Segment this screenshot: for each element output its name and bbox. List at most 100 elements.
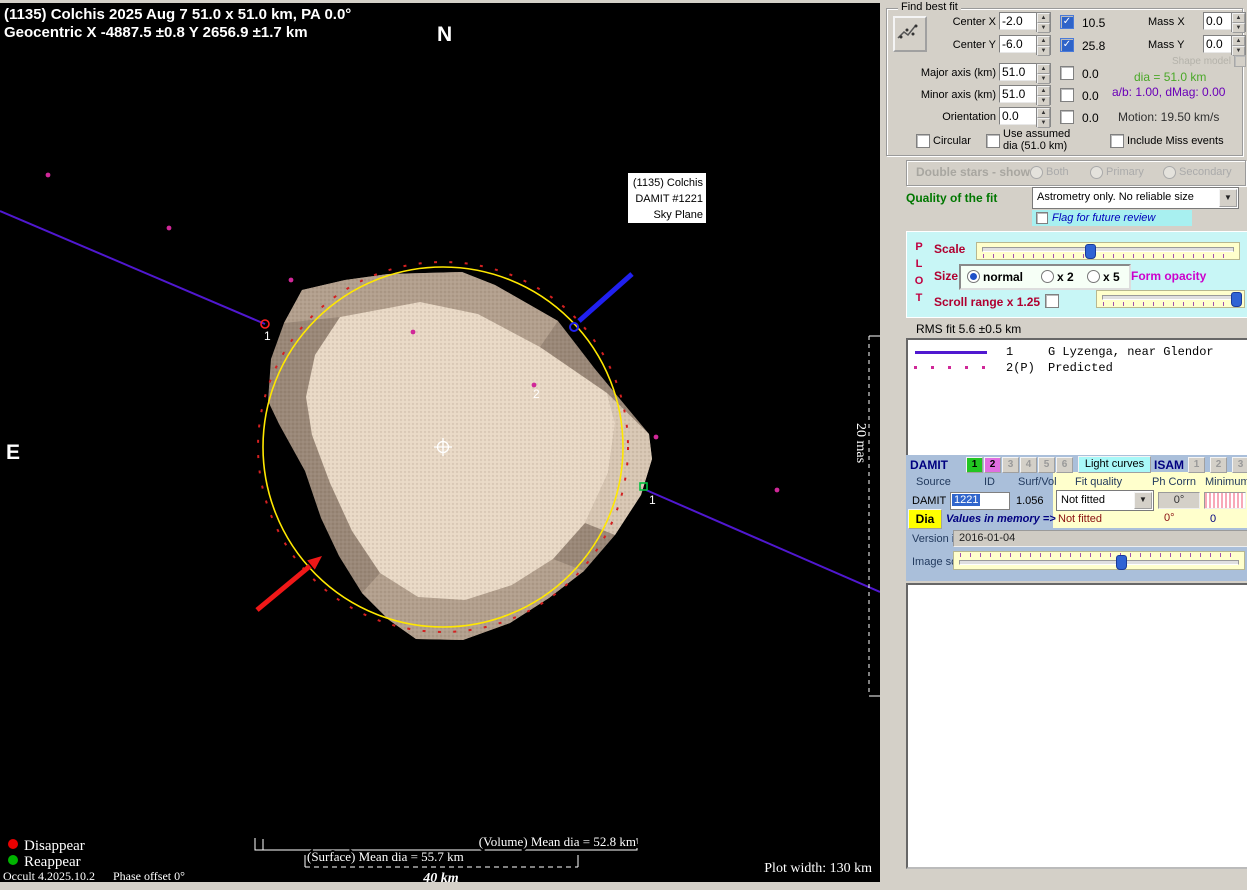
scroll-range-checkbox[interactable] [1045, 294, 1059, 308]
chord1-ingress-line[interactable] [0, 211, 265, 324]
scale-slider-thumb[interactable] [1085, 244, 1096, 259]
form-opacity-slider-thumb[interactable] [1231, 292, 1242, 307]
down-arrow-icon[interactable]: ▼ [1037, 96, 1050, 106]
include-miss-checkbox[interactable] [1110, 134, 1124, 148]
up-arrow-icon[interactable]: ▲ [1037, 64, 1050, 74]
object-info-box[interactable]: (1135) Colchis DAMIT #1221 Sky Plane [628, 173, 706, 223]
form-opacity-slider[interactable] [1096, 290, 1245, 308]
center-y-input[interactable]: -6.0 [999, 35, 1038, 53]
mass-x-stepper[interactable]: ▲▼ [1231, 12, 1246, 32]
up-arrow-icon[interactable]: ▲ [1037, 86, 1050, 96]
ph-corrn-memory-value: 0° [1164, 512, 1175, 524]
motion-arrow-blue [570, 274, 632, 331]
rms-fit-readout: RMS fit 5.6 ±0.5 km [916, 322, 1021, 336]
major-axis-input[interactable]: 51.0 [999, 63, 1038, 81]
mas-scale-label: 20 mas [853, 423, 868, 463]
isam-model-2-button[interactable]: 2 [1210, 457, 1227, 473]
asteroid-stipple-texture [268, 272, 652, 640]
shape-model-label: Shape model [1172, 56, 1231, 67]
image-scale-thumb[interactable] [1116, 555, 1127, 570]
ph-corrn-cell[interactable]: 0° [1158, 492, 1200, 509]
results-list-box[interactable] [906, 583, 1247, 869]
id-cell[interactable]: 1221 [950, 492, 1010, 510]
minor-axis-fit-checkbox[interactable] [1060, 88, 1074, 102]
mass-y-label: Mass Y [1148, 39, 1184, 51]
down-arrow-icon[interactable]: ▼ [1037, 74, 1050, 84]
dropdown-arrow-icon[interactable]: ▼ [1134, 492, 1152, 509]
isam-model-1-button[interactable]: 1 [1188, 457, 1205, 473]
sky-plane-svg: 1 1 2 (1135) Colchis 2025 Aug 7 51.0 x 5… [0, 3, 880, 882]
fit-quality-value: Not fitted [1061, 494, 1105, 506]
use-assumed-dia-checkbox[interactable] [986, 134, 1000, 148]
damit-model-6-button[interactable]: 6 [1056, 457, 1073, 473]
plot-controls-panel: PLOT Scale Size normal x 2 x 5 Form opac… [906, 231, 1247, 318]
size-x2-radio[interactable] [1041, 270, 1054, 283]
circular-checkbox[interactable] [916, 134, 930, 148]
size-x5-label: x 5 [1103, 270, 1120, 284]
center-x-input[interactable]: -2.0 [999, 12, 1038, 30]
reappear-legend-dot [8, 855, 18, 865]
flag-review-label: Flag for future review [1052, 212, 1155, 224]
light-curves-button[interactable]: Light curves [1078, 456, 1151, 473]
major-axis-stepper[interactable]: ▲▼ [1036, 63, 1051, 83]
minor-axis-label: Minor axis (km) [905, 89, 996, 101]
center-x-stepper[interactable]: ▲▼ [1036, 12, 1051, 32]
down-arrow-icon[interactable]: ▼ [1037, 23, 1050, 33]
minimum-cell[interactable] [1204, 492, 1246, 509]
image-scale-rail [959, 560, 1239, 565]
down-arrow-icon[interactable]: ▼ [1037, 118, 1050, 128]
observation-legend-list[interactable]: 1 G Lyzenga, near Glendor 2(P) Predicted [906, 338, 1247, 459]
double-stars-secondary-radio[interactable] [1163, 166, 1176, 179]
orientation-stepper[interactable]: ▲▼ [1036, 107, 1051, 127]
image-scale-slider[interactable] [953, 551, 1245, 570]
column-minimum: Minimum [1205, 476, 1247, 488]
chord1-start-label: 1 [264, 329, 271, 343]
minor-axis-input[interactable]: 51.0 [999, 85, 1038, 103]
major-axis-fit-checkbox[interactable] [1060, 66, 1074, 80]
up-arrow-icon[interactable]: ▲ [1232, 36, 1245, 46]
flag-review-checkbox[interactable] [1036, 212, 1048, 224]
orientation-fit-checkbox[interactable] [1060, 110, 1074, 124]
up-arrow-icon[interactable]: ▲ [1232, 13, 1245, 23]
info-box-line2: DAMIT #1221 [635, 193, 703, 205]
center-x-error-value: 10.5 [1082, 16, 1105, 30]
up-arrow-icon[interactable]: ▲ [1037, 13, 1050, 23]
circular-label: Circular [933, 135, 971, 147]
use-assumed-dia-label-1: Use assumed [1003, 128, 1070, 140]
size-x5-radio[interactable] [1087, 270, 1100, 283]
mass-y-stepper[interactable]: ▲▼ [1231, 35, 1246, 55]
fit-quality-dropdown[interactable]: Not fitted ▼ [1056, 490, 1154, 511]
source-cell: DAMIT [912, 495, 946, 507]
orientation-input[interactable]: 0.0 [999, 107, 1038, 125]
isam-title: ISAM [1154, 458, 1184, 472]
size-normal-radio[interactable] [967, 270, 980, 283]
up-arrow-icon[interactable]: ▲ [1037, 36, 1050, 46]
damit-model-4-button[interactable]: 4 [1020, 457, 1037, 473]
up-arrow-icon[interactable]: ▲ [1037, 108, 1050, 118]
predicted-chord-label: 2 [533, 387, 540, 401]
damit-model-1-button[interactable]: 1 [966, 457, 983, 473]
isam-model-3-button[interactable]: 3 [1232, 457, 1247, 473]
damit-model-2-button[interactable]: 2 [984, 457, 1001, 473]
double-stars-title: Double stars - show [916, 165, 1030, 179]
quality-of-fit-dropdown[interactable]: Astrometry only. No reliable size ▼ [1032, 187, 1239, 209]
damit-model-3-button[interactable]: 3 [1002, 457, 1019, 473]
legend-row2-number: 2(P) [1006, 361, 1035, 375]
double-stars-primary-radio[interactable] [1090, 166, 1103, 179]
size-option-box: normal x 2 x 5 [959, 264, 1131, 290]
damit-model-5-button[interactable]: 5 [1038, 457, 1055, 473]
find-best-fit-title: Find best fit [898, 1, 961, 13]
down-arrow-icon[interactable]: ▼ [1232, 23, 1245, 33]
minor-axis-stepper[interactable]: ▲▼ [1036, 85, 1051, 105]
chord1-egress-line[interactable] [646, 490, 880, 592]
down-arrow-icon[interactable]: ▼ [1037, 46, 1050, 56]
dropdown-arrow-icon[interactable]: ▼ [1219, 189, 1237, 207]
center-y-fit-checkbox[interactable] [1060, 38, 1074, 52]
scale-slider[interactable] [976, 242, 1240, 260]
center-x-fit-checkbox[interactable] [1060, 15, 1074, 29]
double-stars-both-radio[interactable] [1030, 166, 1043, 179]
sky-plane-plot-area[interactable]: 1 1 2 (1135) Colchis 2025 Aug 7 51.0 x 5… [0, 3, 880, 882]
dia-button[interactable]: Dia [908, 509, 942, 529]
center-y-stepper[interactable]: ▲▼ [1036, 35, 1051, 55]
shape-model-checkbox[interactable] [1234, 55, 1246, 67]
